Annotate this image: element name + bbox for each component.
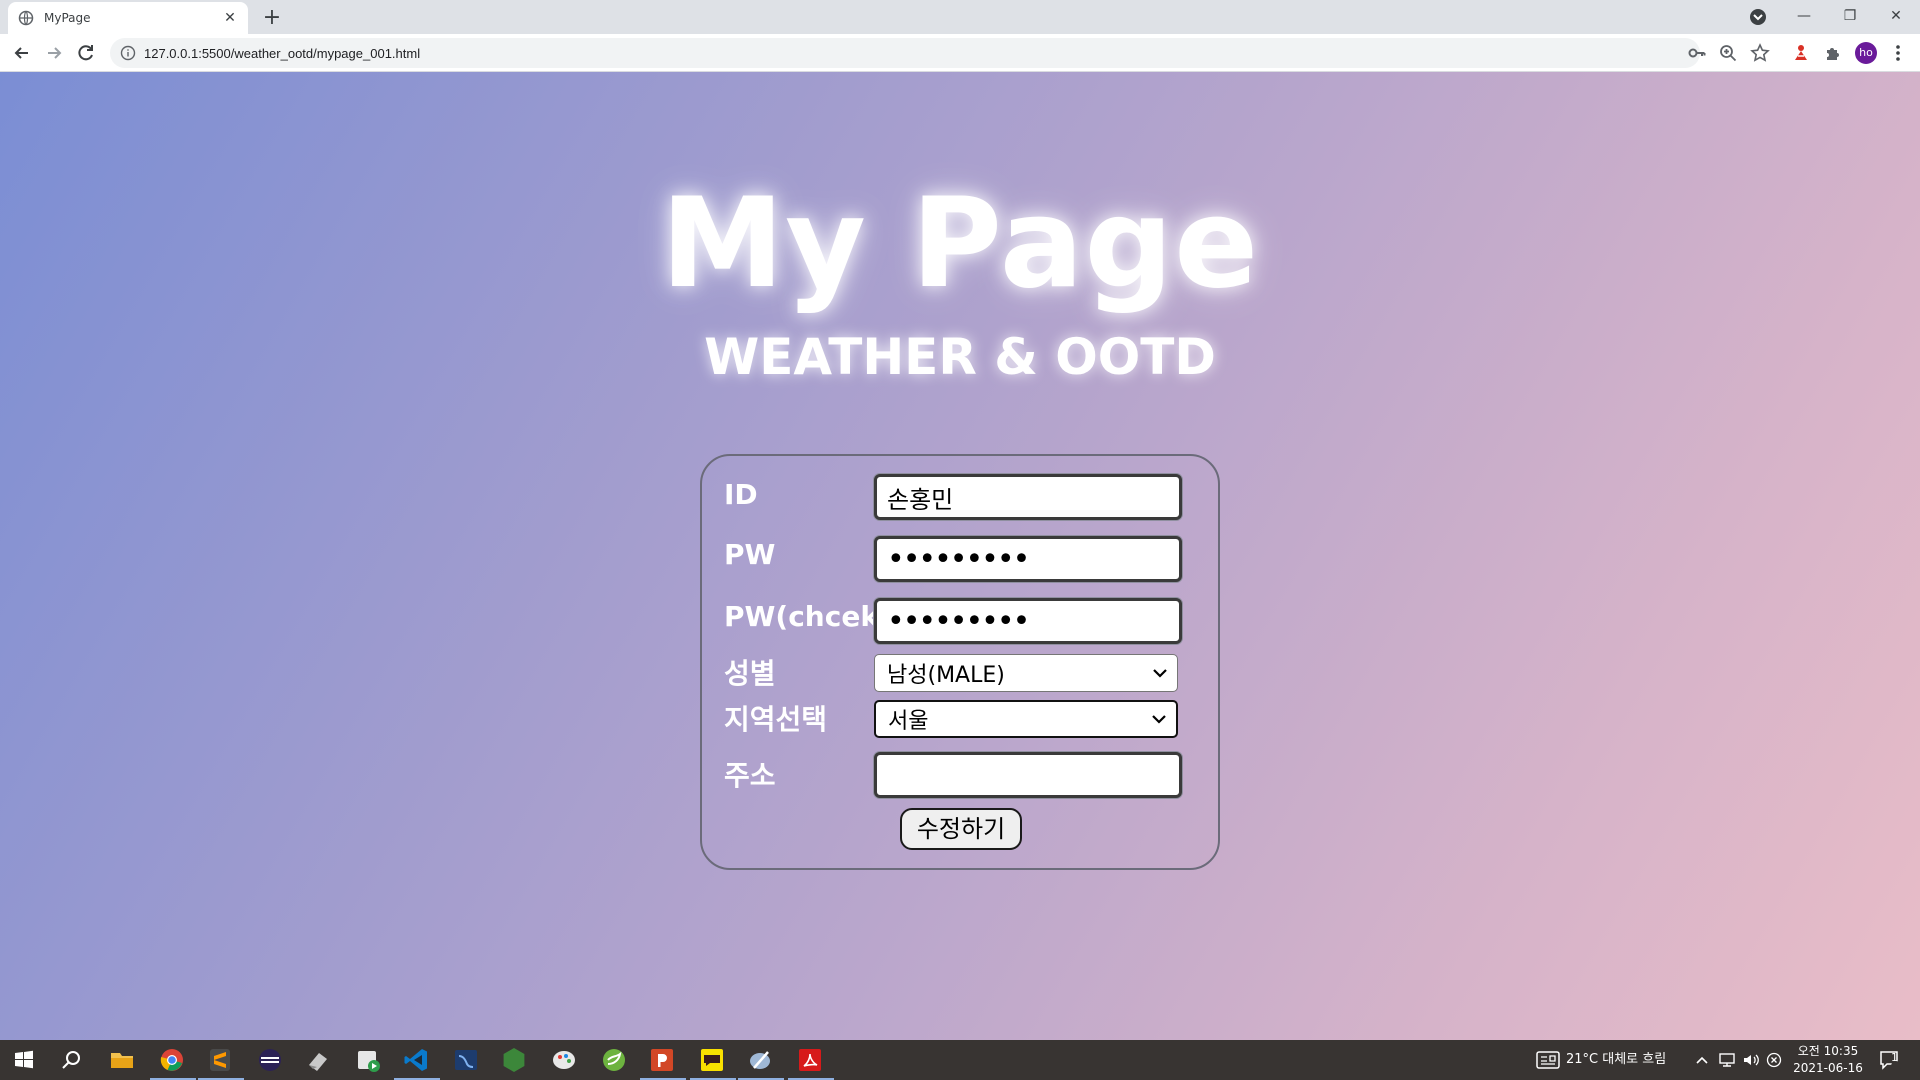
network-icon[interactable] — [1718, 1051, 1736, 1069]
pw-check-label: PW(chcek) — [724, 600, 892, 633]
reload-icon[interactable] — [72, 39, 100, 67]
chevron-up-icon[interactable] — [1694, 1052, 1710, 1068]
sublime-text-icon[interactable] — [206, 1046, 234, 1074]
update-button[interactable]: 수정하기 — [900, 808, 1022, 850]
gender-select[interactable]: 남성(MALE) — [874, 654, 1178, 692]
status-x-icon[interactable] — [1766, 1052, 1782, 1068]
forward-arrow-icon[interactable] — [40, 39, 68, 67]
clock[interactable]: 오전 10:35 2021-06-16 — [1786, 1043, 1870, 1077]
node-icon[interactable] — [500, 1046, 528, 1074]
extensions-puzzle-icon[interactable] — [1822, 42, 1844, 64]
back-arrow-icon[interactable] — [8, 39, 36, 67]
close-window-button[interactable]: ✕ — [1874, 0, 1918, 34]
region-select[interactable]: 서울 — [874, 700, 1178, 738]
region-selected-value: 서울 — [888, 709, 929, 734]
pen-app-icon[interactable] — [746, 1046, 774, 1074]
clock-time: 오전 10:35 — [1797, 1044, 1859, 1058]
tab-close-icon[interactable]: ✕ — [222, 10, 238, 26]
tab-search-icon[interactable] — [1748, 7, 1768, 27]
pw-label: PW — [724, 538, 776, 571]
browser-tab-strip: MyPage ✕ + — ❐ ✕ — [0, 0, 1920, 34]
bookmark-star-icon[interactable] — [1750, 43, 1770, 63]
profile-avatar[interactable]: ho — [1855, 42, 1877, 64]
mypage-form: ID 손홍민 PW ••••••••• PW(chcek) ••••••••• … — [700, 454, 1220, 870]
url-text: 127.0.0.1:5500/weather_ootd/mypage_001.h… — [144, 45, 421, 61]
restore-button[interactable]: ❐ — [1828, 0, 1872, 34]
tab-title: MyPage — [44, 11, 91, 25]
more-menu-icon[interactable] — [1888, 43, 1908, 63]
site-info-icon[interactable] — [120, 45, 136, 61]
id-input[interactable]: 손홍민 — [874, 474, 1182, 520]
paint-app-icon[interactable] — [550, 1046, 578, 1074]
password-input[interactable]: ••••••••• — [874, 536, 1182, 582]
page-title: My Page — [660, 172, 1260, 316]
acrobat-icon[interactable] — [796, 1046, 824, 1074]
eclipse-icon[interactable] — [256, 1046, 284, 1074]
browser-toolbar: 127.0.0.1:5500/weather_ootd/mypage_001.h… — [0, 34, 1920, 72]
clock-date: 2021-06-16 — [1793, 1061, 1863, 1075]
browser-tab[interactable]: MyPage ✕ — [8, 2, 248, 34]
gender-label: 성별 — [724, 657, 776, 690]
region-label: 지역선택 — [724, 703, 828, 736]
file-explorer-icon[interactable] — [108, 1046, 136, 1074]
address-bar[interactable]: 127.0.0.1:5500/weather_ootd/mypage_001.h… — [110, 38, 1700, 68]
vscode-icon[interactable] — [402, 1046, 430, 1074]
news-weather-icon[interactable] — [1536, 1050, 1560, 1070]
new-tab-button[interactable]: + — [258, 4, 286, 32]
zoom-icon[interactable] — [1718, 43, 1738, 63]
chrome-icon[interactable] — [158, 1046, 186, 1074]
workbench-icon[interactable] — [452, 1046, 480, 1074]
search-icon[interactable] — [58, 1046, 86, 1074]
eraser-app-icon[interactable] — [304, 1046, 332, 1074]
extension-figure-icon[interactable] — [1790, 42, 1812, 64]
weather-status[interactable]: 21°C 대체로 흐림 — [1566, 1040, 1666, 1080]
address-label: 주소 — [724, 759, 776, 792]
address-input[interactable] — [874, 752, 1182, 798]
powerpoint-icon[interactable] — [648, 1046, 676, 1074]
kakaotalk-icon[interactable] — [698, 1046, 726, 1074]
page-content: My Page WEATHER & OOTD ID 손홍민 PW •••••••… — [0, 72, 1920, 1040]
globe-icon — [18, 10, 34, 26]
id-label: ID — [724, 478, 758, 511]
gender-selected-value: 남성(MALE) — [887, 663, 1005, 688]
chevron-down-icon — [1152, 715, 1166, 724]
key-icon[interactable] — [1687, 43, 1707, 63]
notification-count: 1 — [1891, 1051, 1898, 1064]
chevron-down-icon — [1153, 669, 1167, 678]
password-check-input[interactable]: ••••••••• — [874, 598, 1182, 644]
volume-icon[interactable] — [1742, 1051, 1760, 1069]
windows-taskbar: 21°C 대체로 흐림 오전 10:35 2021-06-16 1 — [0, 1040, 1920, 1080]
media-player-icon[interactable] — [354, 1046, 382, 1074]
windows-start-icon[interactable] — [10, 1046, 38, 1074]
notification-center-icon[interactable] — [1878, 1048, 1902, 1072]
spring-tool-icon[interactable] — [600, 1046, 628, 1074]
page-subtitle: WEATHER & OOTD — [704, 328, 1216, 386]
minimize-button[interactable]: — — [1782, 0, 1826, 34]
